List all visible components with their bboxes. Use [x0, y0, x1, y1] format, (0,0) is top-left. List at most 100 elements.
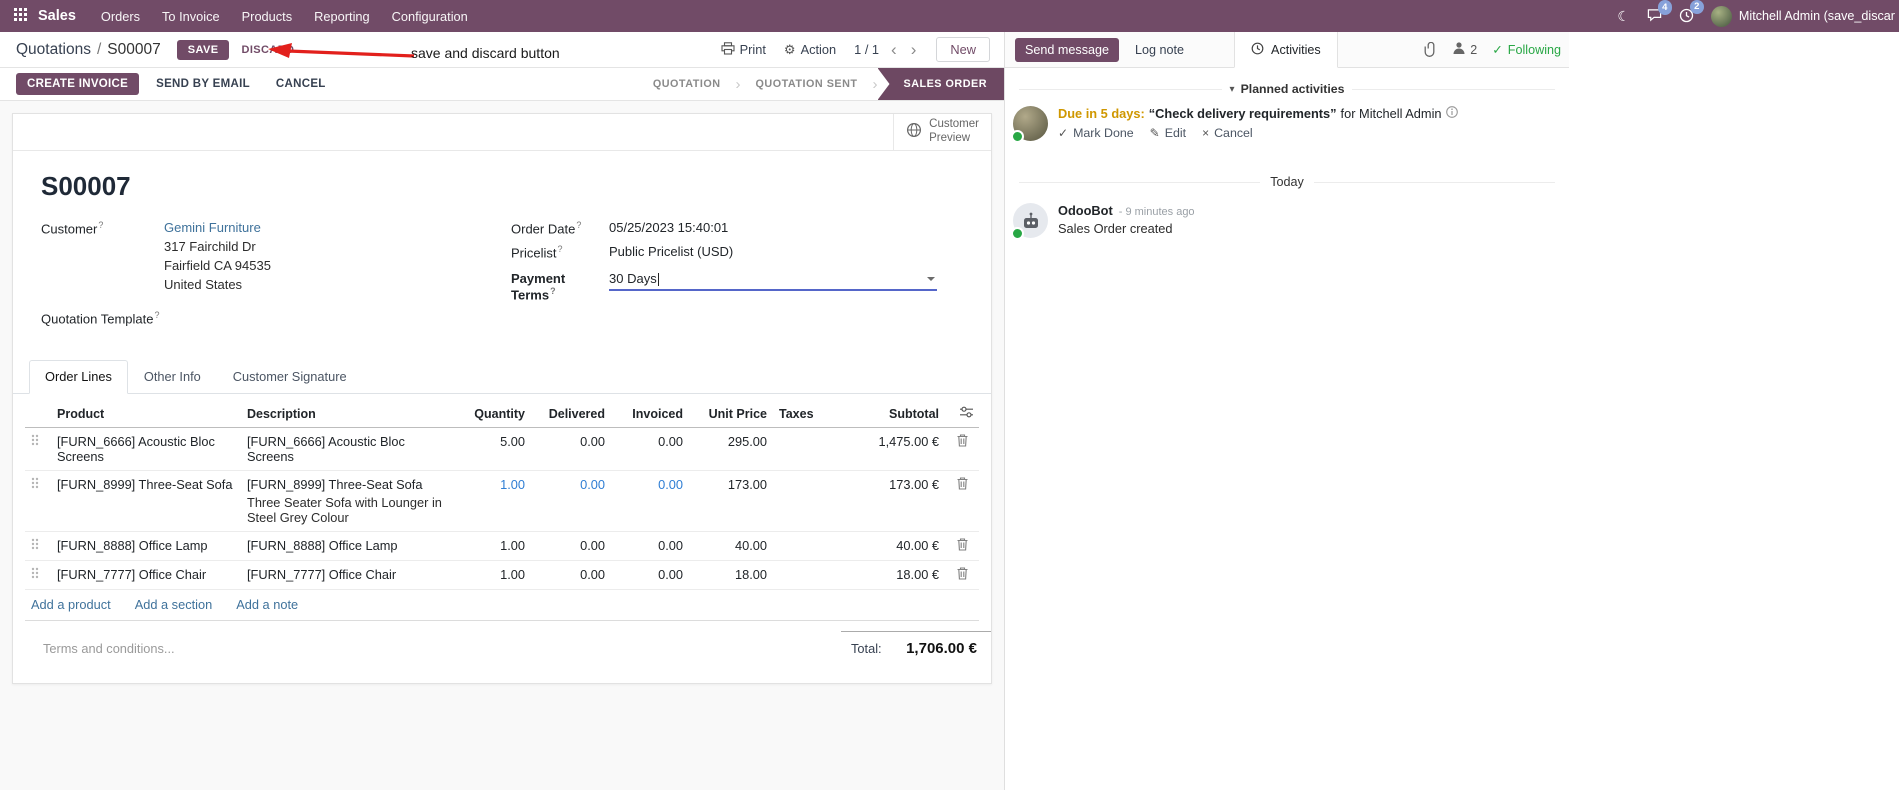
- app-name[interactable]: Sales: [38, 8, 76, 24]
- customer-preview-button[interactable]: Customer Preview: [893, 114, 991, 150]
- add-a-product-link[interactable]: Add a product: [31, 597, 111, 612]
- dark-mode-moon-icon[interactable]: ☾: [1617, 9, 1630, 23]
- delete-line-icon[interactable]: [945, 531, 979, 562]
- order-line-row[interactable]: [FURN_8888] Office Lamp [FURN_8888] Offi…: [25, 531, 979, 562]
- breadcrumb: Quotations / S00007: [16, 41, 161, 59]
- save-button[interactable]: SAVE: [176, 39, 230, 60]
- following-label: Following: [1507, 42, 1561, 57]
- pager-next-button[interactable]: ›: [909, 41, 919, 58]
- column-invoiced[interactable]: Invoiced: [611, 400, 689, 429]
- column-product[interactable]: Product: [51, 400, 241, 429]
- pager: 1 / 1 ‹ ›: [854, 41, 918, 58]
- column-delivered[interactable]: Delivered: [531, 400, 611, 429]
- cell-product: [FURN_7777] Office Chair: [51, 560, 241, 591]
- menu-configuration[interactable]: Configuration: [381, 2, 479, 31]
- cell-unit-price: 40.00: [689, 531, 773, 562]
- help-marker: ?: [576, 220, 582, 230]
- menu-reporting[interactable]: Reporting: [303, 2, 381, 31]
- new-button[interactable]: New: [936, 37, 990, 62]
- pricelist-label: Pricelist?: [511, 244, 563, 261]
- customer-street: 317 Fairchild Dr: [164, 239, 256, 254]
- drag-handle-icon[interactable]: [25, 531, 51, 562]
- menu-products[interactable]: Products: [231, 2, 304, 31]
- message-author[interactable]: OdooBot: [1058, 203, 1113, 218]
- globe-icon: [906, 122, 922, 143]
- add-a-section-link[interactable]: Add a section: [135, 597, 213, 612]
- column-unit-price[interactable]: Unit Price: [689, 400, 773, 429]
- create-invoice-button[interactable]: CREATE INVOICE: [16, 73, 140, 95]
- tab-other-info[interactable]: Other Info: [128, 360, 217, 393]
- drag-handle-icon[interactable]: [25, 470, 51, 533]
- cell-subtotal: 40.00 €: [835, 531, 945, 562]
- online-status-badge: [1011, 130, 1024, 143]
- order-date-value[interactable]: 05/25/2023 15:40:01: [609, 220, 937, 236]
- cell-product: [FURN_8888] Office Lamp: [51, 531, 241, 562]
- optional-columns-icon[interactable]: [960, 406, 973, 421]
- cancel-activity-button[interactable]: × Cancel: [1202, 126, 1253, 140]
- attachments-button[interactable]: [1424, 42, 1437, 57]
- info-icon[interactable]: [1445, 106, 1458, 121]
- quotation-template-input[interactable]: [164, 310, 511, 326]
- tab-customer-signature[interactable]: Customer Signature: [217, 360, 363, 393]
- status-steps: QUOTATION › QUOTATION SENT › SALES ORDER: [638, 68, 1004, 100]
- cancel-button[interactable]: CANCEL: [267, 73, 335, 95]
- help-marker: ?: [557, 244, 563, 255]
- activities-tab[interactable]: Activities: [1234, 32, 1338, 68]
- order-line-row[interactable]: [FURN_6666] Acoustic Bloc Screens [FURN_…: [25, 427, 979, 472]
- delete-line-icon[interactable]: [945, 470, 979, 533]
- cross-icon: ×: [1202, 126, 1210, 140]
- delete-line-icon[interactable]: [945, 427, 979, 472]
- cell-delivered: 0.00: [531, 560, 611, 591]
- mark-done-button[interactable]: ✓ Mark Done: [1058, 126, 1134, 140]
- step-separator-icon: ›: [872, 75, 878, 93]
- column-subtotal[interactable]: Subtotal: [835, 400, 945, 429]
- activities-button[interactable]: 2: [1679, 0, 1704, 25]
- online-status-badge: [1011, 227, 1024, 240]
- order-line-row[interactable]: [FURN_8999] Three-Seat Sofa [FURN_8999] …: [25, 470, 979, 533]
- column-quantity[interactable]: Quantity: [455, 400, 531, 429]
- add-a-note-link[interactable]: Add a note: [236, 597, 298, 612]
- action-button[interactable]: ⚙ Action: [784, 42, 836, 58]
- tab-order-lines[interactable]: Order Lines: [29, 360, 128, 395]
- print-label: Print: [739, 42, 766, 57]
- column-taxes[interactable]: Taxes: [773, 400, 835, 429]
- step-quotation[interactable]: QUOTATION: [638, 68, 736, 100]
- pricelist-value[interactable]: Public Pricelist (USD): [609, 244, 937, 260]
- menu-to-invoice[interactable]: To Invoice: [151, 2, 231, 31]
- customer-link[interactable]: Gemini Furniture: [164, 220, 261, 235]
- edit-activity-button[interactable]: ✎ Edit: [1150, 126, 1186, 140]
- send-message-button[interactable]: Send message: [1015, 37, 1120, 62]
- planned-activities-toggle[interactable]: ▾ Planned activities: [1230, 82, 1345, 96]
- cell-taxes: [773, 470, 835, 533]
- step-quotation-sent[interactable]: QUOTATION SENT: [741, 68, 873, 100]
- drag-handle-icon[interactable]: [25, 427, 51, 472]
- following-button[interactable]: ✓ Following: [1492, 42, 1561, 58]
- order-lines-table: Product Description Quantity Delivered I…: [25, 400, 979, 622]
- user-menu[interactable]: Mitchell Admin (save_discar: [1710, 5, 1895, 27]
- terms-and-conditions-input[interactable]: Terms and conditions...: [43, 631, 841, 657]
- delete-line-icon[interactable]: [945, 560, 979, 591]
- cell-quantity: 1.00: [455, 560, 531, 591]
- breadcrumb-separator: /: [96, 40, 102, 58]
- printer-icon: [721, 41, 735, 58]
- column-description[interactable]: Description: [241, 400, 455, 429]
- messages-count-badge: 4: [1657, 0, 1672, 15]
- apps-menu-button[interactable]: [12, 8, 29, 24]
- menu-orders[interactable]: Orders: [90, 2, 151, 31]
- pager-previous-button[interactable]: ‹: [889, 41, 899, 58]
- dropdown-caret-icon[interactable]: [927, 276, 935, 285]
- send-by-email-button[interactable]: SEND BY EMAIL: [147, 73, 259, 95]
- cell-invoiced: 0.00: [611, 560, 689, 591]
- payment-terms-input[interactable]: 30 Days: [609, 271, 937, 291]
- notebook-tabs: Order Lines Other Info Customer Signatur…: [13, 360, 991, 395]
- followers-button[interactable]: 2: [1452, 41, 1477, 58]
- order-line-row[interactable]: [FURN_7777] Office Chair [FURN_7777] Off…: [25, 560, 979, 591]
- cell-invoiced: 0.00: [611, 427, 689, 472]
- messages-button[interactable]: 4: [1647, 0, 1672, 24]
- breadcrumb-quotations-link[interactable]: Quotations: [16, 41, 91, 59]
- drag-handle-icon[interactable]: [25, 560, 51, 591]
- log-note-button[interactable]: Log note: [1125, 38, 1194, 62]
- step-sales-order-active[interactable]: SALES ORDER: [877, 68, 1004, 100]
- print-button[interactable]: Print: [721, 41, 766, 58]
- help-marker: ?: [154, 310, 160, 320]
